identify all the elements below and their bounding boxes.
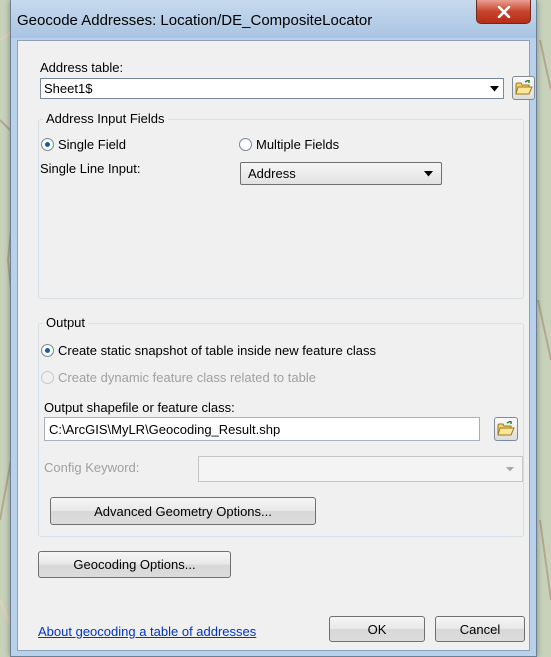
output-group-title: Output	[43, 315, 89, 330]
dynamic-feature-class-label: Create dynamic feature class related to …	[58, 370, 316, 385]
window-title: Geocode Addresses: Location/DE_Composite…	[17, 12, 373, 29]
open-folder-icon	[497, 421, 515, 436]
address-table-value: Sheet1$	[44, 81, 93, 96]
single-line-input-label: Single Line Input:	[40, 161, 141, 176]
config-keyword-dropdown	[198, 456, 523, 482]
single-line-input-dropdown[interactable]: Address	[240, 162, 442, 185]
chevron-down-icon	[419, 163, 437, 184]
close-icon	[497, 5, 510, 18]
single-line-input-value: Address	[248, 166, 296, 181]
chevron-down-icon	[485, 79, 503, 98]
help-link[interactable]: About geocoding a table of addresses	[38, 624, 256, 639]
multiple-fields-label[interactable]: Multiple Fields	[256, 137, 339, 152]
output-browse-button[interactable]	[494, 417, 518, 441]
ok-button[interactable]: OK	[329, 616, 425, 642]
chevron-down-icon	[501, 457, 519, 481]
address-table-browse-button[interactable]	[512, 76, 535, 100]
geocoding-options-button[interactable]: Geocoding Options...	[38, 551, 231, 578]
open-folder-icon	[514, 80, 533, 95]
address-table-dropdown[interactable]: Sheet1$	[40, 78, 504, 99]
geocode-dialog: Geocode Addresses: Location/DE_Composite…	[10, 0, 537, 657]
close-button[interactable]	[476, 0, 531, 24]
output-feature-class-field[interactable]: C:\ArcGIS\MyLR\Geocoding_Result.shp	[44, 417, 480, 441]
single-field-radio[interactable]	[41, 138, 54, 151]
title-bar[interactable]: Geocode Addresses: Location/DE_Composite…	[11, 0, 536, 38]
output-feature-class-value: C:\ArcGIS\MyLR\Geocoding_Result.shp	[49, 422, 281, 437]
address-table-label: Address table:	[40, 60, 124, 75]
single-field-label[interactable]: Single Field	[58, 137, 126, 152]
static-snapshot-label[interactable]: Create static snapshot of table inside n…	[58, 343, 376, 358]
dialog-body: Address table: Sheet1$ Address Input Fie…	[17, 40, 535, 651]
advanced-geometry-options-button[interactable]: Advanced Geometry Options...	[50, 497, 316, 525]
output-feature-class-label: Output shapefile or feature class:	[44, 400, 235, 415]
cancel-button[interactable]: Cancel	[435, 616, 525, 642]
address-input-fields-title: Address Input Fields	[43, 111, 168, 126]
dynamic-feature-class-radio	[41, 371, 54, 384]
static-snapshot-radio[interactable]	[41, 344, 54, 357]
multiple-fields-radio[interactable]	[239, 138, 252, 151]
config-keyword-label: Config Keyword:	[44, 460, 140, 475]
